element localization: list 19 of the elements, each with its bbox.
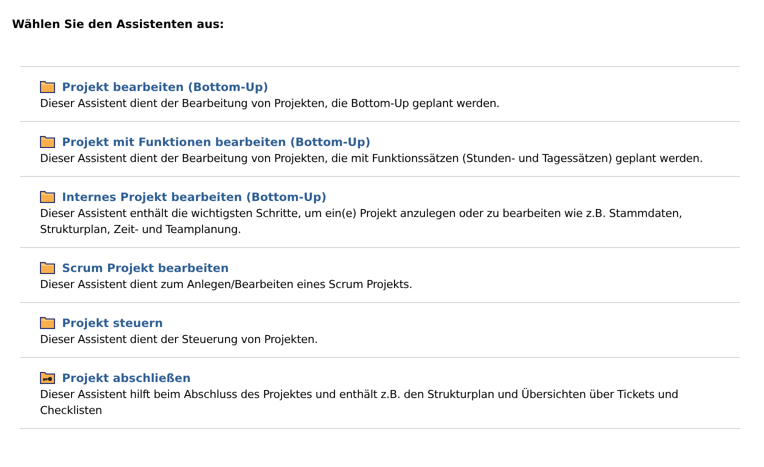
assistant-description: Dieser Assistent enthält die wichtigsten Schritte, um ein(e) Projekt anzulegen oder zu bearbeiten wie z.B. Stammdaten, Strukturplan, Zeit- und Teamplanung. <box>40 206 684 238</box>
assistant-link[interactable]: Scrum Projekt bearbeiten <box>62 260 229 274</box>
assistant-link[interactable]: Internes Projekt bearbeiten (Bottom-Up) <box>62 190 326 204</box>
assistant-link[interactable]: Projekt steuern <box>62 316 163 330</box>
page-heading: Wählen Sie den Assistenten aus: <box>12 17 226 31</box>
assistant-description: Dieser Assistent dient der Steuerung von Projekten. <box>40 332 319 348</box>
folder-icon <box>40 316 55 329</box>
assistant-link[interactable]: Projekt abschließen <box>62 370 191 384</box>
assistant-description: Dieser Assistent hilft beim Abschluss des Projektes und enthält z.B. den Strukturplan und Übersichten über Tickets und Checklisten <box>40 387 680 419</box>
assistant-link[interactable]: Projekt bearbeiten (Bottom-Up) <box>62 80 268 94</box>
assistant-description: Dieser Assistent dient der Bearbeitung von Projekten, die Bottom-Up geplant werden. <box>40 96 501 112</box>
folder-icon <box>40 261 55 274</box>
folder-icon <box>40 80 55 93</box>
folder-icon <box>40 135 55 148</box>
assistant-description: Dieser Assistent dient der Bearbeitung von Projekten, die mit Funktionssätzen (Stunden- und Tagessätzen) geplant werden. <box>40 151 704 167</box>
folder-icon <box>40 190 55 203</box>
assistant-description: Dieser Assistent dient zum Anlegen/Bearbeiten eines Scrum Projekts. <box>40 277 414 293</box>
key-folder-icon <box>40 371 55 384</box>
assistant-link[interactable]: Projekt mit Funktionen bearbeiten (Bottom-Up) <box>62 134 370 148</box>
